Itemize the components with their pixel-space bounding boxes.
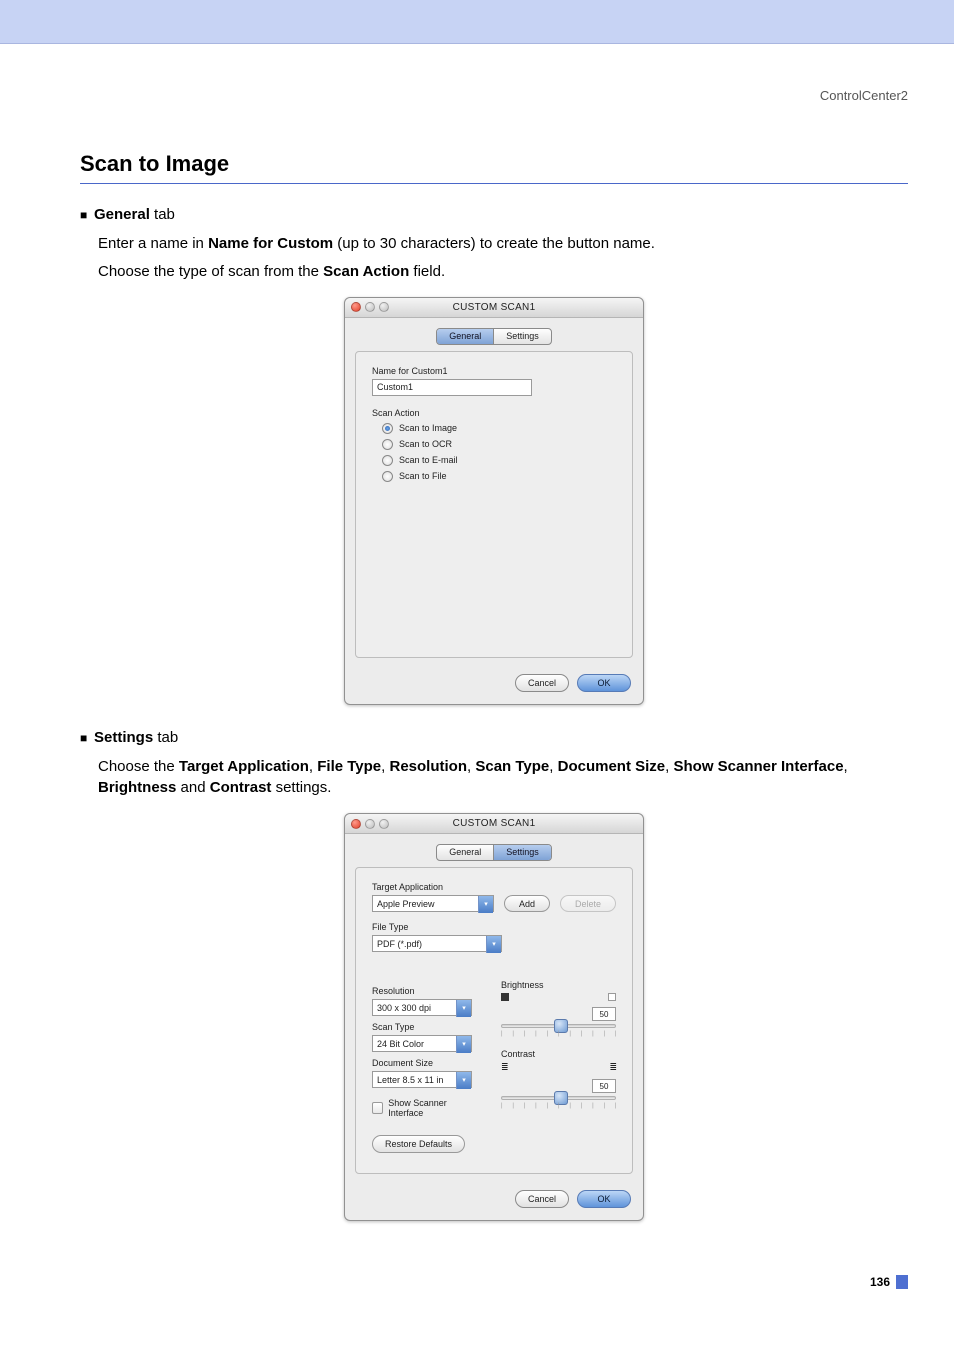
screenshot-settings-wrap: CUSTOM SCAN1 General Settings Target App… [80,813,908,1221]
name-for-custom-input[interactable]: Custom1 [372,379,532,396]
brightness-slider[interactable]: ||||||||||| [501,1021,616,1037]
dialog-title: CUSTOM SCAN1 [345,302,643,313]
running-header: ControlCenter2 [80,88,908,103]
chevron-updown-icon: ▾ [456,1036,471,1053]
bullet-icon: ■ [80,208,94,222]
restore-defaults-button[interactable]: Restore Defaults [372,1135,465,1153]
settings-para: Choose the Target Application, File Type… [98,756,908,800]
dialog-body: Name for Custom1 Custom1 Scan Action Sca… [355,351,633,658]
checkbox-icon [372,1102,383,1114]
tab-bar: General Settings [345,328,643,345]
brightness-control: Brightness 50 ||||||||||| [501,980,616,1037]
delete-button[interactable]: Delete [560,895,616,912]
contrast-slider[interactable]: ||||||||||| [501,1093,616,1109]
tab-general[interactable]: General [437,329,493,344]
tab-settings[interactable]: Settings [493,845,551,860]
general-para-1: Enter a name in Name for Custom (up to 3… [98,233,908,255]
chevron-updown-icon: ▾ [456,1072,471,1089]
radio-scan-to-email[interactable]: Scan to E-mail [382,455,616,466]
contrast-label: Contrast [501,1049,616,1059]
segmented-tabs: General Settings [436,844,552,861]
bullet-general-text: General tab [94,206,175,223]
scan-type-select[interactable]: 24 Bit Color▾ [372,1035,472,1052]
scan-action-group: Scan Action Scan to Image Scan to OCR Sc… [372,408,616,482]
chevron-updown-icon: ▾ [456,1000,471,1017]
brightness-value: 50 [592,1007,616,1021]
chevron-updown-icon: ▾ [486,936,501,953]
resolution-select[interactable]: 300 x 300 dpi▾ [372,999,472,1016]
radio-icon [382,455,393,466]
cancel-button[interactable]: Cancel [515,674,569,692]
name-for-custom-label: Name for Custom1 [372,366,616,376]
light-icon [608,993,616,1001]
radio-scan-to-file[interactable]: Scan to File [382,471,616,482]
target-application-label: Target Application [372,882,616,892]
add-button[interactable]: Add [504,895,550,912]
tab-settings[interactable]: Settings [493,329,551,344]
tab-general[interactable]: General [437,845,493,860]
bullet-settings-text: Settings tab [94,729,178,746]
top-band [0,0,954,44]
high-contrast-icon: ≣ [609,1062,616,1073]
target-application-select[interactable]: Apple Preview▾ [372,895,494,912]
file-type-label: File Type [372,922,616,932]
dialog-custom-scan-settings: CUSTOM SCAN1 General Settings Target App… [344,813,644,1221]
radio-icon [382,423,393,434]
contrast-value: 50 [592,1079,616,1093]
tab-bar: General Settings [345,844,643,861]
ok-button[interactable]: OK [577,674,631,692]
dialog-custom-scan-general: CUSTOM SCAN1 General Settings Name for C… [344,297,644,705]
page-title: Scan to Image [80,151,908,184]
show-scanner-interface-checkbox[interactable]: Show Scanner Interface [372,1098,477,1118]
segmented-tabs: General Settings [436,328,552,345]
radio-scan-to-ocr[interactable]: Scan to OCR [382,439,616,450]
resolution-label: Resolution [372,986,477,996]
low-contrast-icon: ≣ [501,1062,508,1073]
cancel-button[interactable]: Cancel [515,1190,569,1208]
page-number-marker-icon [896,1275,908,1289]
dialog-titlebar: CUSTOM SCAN1 [345,298,643,318]
chevron-updown-icon: ▾ [478,896,493,913]
radio-scan-to-image[interactable]: Scan to Image [382,423,616,434]
scan-action-label: Scan Action [372,408,616,418]
brightness-label: Brightness [501,980,616,990]
bullet-general: ■ General tab [80,206,908,223]
page-number: 136 [870,1275,890,1289]
general-para-2: Choose the type of scan from the Scan Ac… [98,261,908,283]
page-content: ControlCenter2 Scan to Image ■ General t… [0,44,954,1349]
dialog-titlebar: CUSTOM SCAN1 [345,814,643,834]
page-number-bar: 136 [80,1275,908,1289]
ok-button[interactable]: OK [577,1190,631,1208]
bullet-settings: ■ Settings tab [80,729,908,746]
dark-icon [501,993,509,1001]
dialog-body: Target Application Apple Preview▾ Add De… [355,867,633,1174]
dialog-footer: Cancel OK [345,666,643,704]
file-type-select[interactable]: PDF (*.pdf)▾ [372,935,502,952]
radio-icon [382,439,393,450]
document-size-select[interactable]: Letter 8.5 x 11 in▾ [372,1071,472,1088]
contrast-control: Contrast ≣ ≣ 50 ||||||||||| [501,1049,616,1109]
screenshot-general-wrap: CUSTOM SCAN1 General Settings Name for C… [80,297,908,705]
dialog-footer: Cancel OK [345,1182,643,1220]
radio-icon [382,471,393,482]
dialog-title: CUSTOM SCAN1 [345,818,643,829]
document-size-label: Document Size [372,1058,477,1068]
bullet-icon: ■ [80,731,94,745]
scan-type-label: Scan Type [372,1022,477,1032]
